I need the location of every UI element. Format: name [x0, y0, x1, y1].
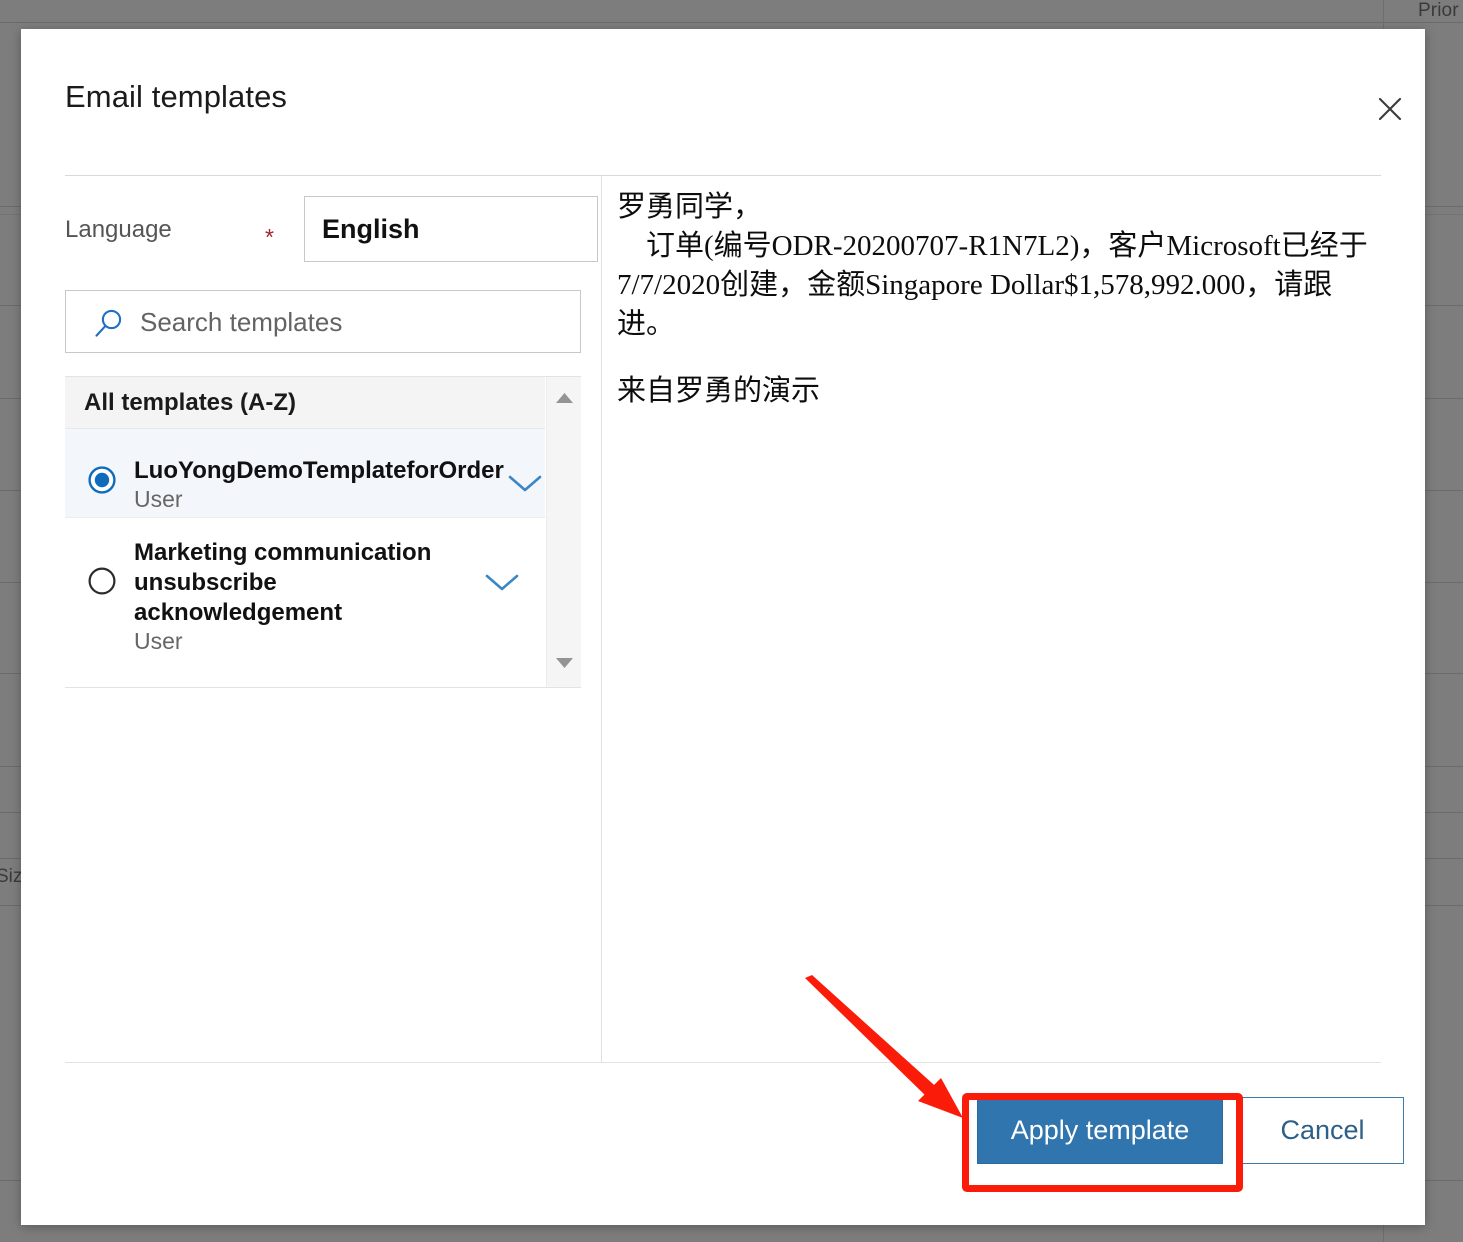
- chevron-down-icon[interactable]: [505, 471, 545, 497]
- close-icon[interactable]: [1368, 87, 1412, 131]
- list-group-header-label: All templates (A-Z): [84, 389, 297, 416]
- footer-divider: [65, 1062, 1381, 1063]
- search-templates-box[interactable]: [65, 290, 581, 354]
- dialog-header: Email templates: [21, 29, 1425, 141]
- required-asterisk: *: [265, 224, 274, 250]
- language-select[interactable]: English: [304, 196, 598, 262]
- list-item-subtitle: User: [134, 628, 183, 654]
- list-item[interactable]: LuoYongDemoTemplateforOrder User: [65, 429, 545, 518]
- search-input[interactable]: [138, 291, 572, 354]
- language-value: English: [322, 214, 420, 244]
- page-title: Email templates: [65, 79, 288, 114]
- preview-body-text: 罗勇同学， 订单(编号ODR-20200707-R1N7L2)，客户Micros…: [617, 191, 1368, 340]
- panel-divider: [601, 176, 602, 1062]
- list-scrollbar[interactable]: [546, 377, 581, 687]
- template-selection-panel: Language * English All templates (A-Z): [65, 176, 622, 1062]
- background-column-header-priority: Prior: [1418, 0, 1459, 21]
- template-list: All templates (A-Z) LuoYongDemoTemplatef…: [65, 376, 581, 688]
- radio-button-selected[interactable]: [87, 465, 117, 495]
- list-group-header: All templates (A-Z): [65, 377, 545, 429]
- email-templates-dialog: Email templates Language * English Searc…: [21, 29, 1425, 1225]
- search-icon: [92, 307, 126, 341]
- list-item-subtitle: User: [134, 486, 183, 512]
- language-label: Language: [65, 216, 172, 243]
- list-item[interactable]: Marketing communication unsubscribe ackn…: [65, 518, 545, 678]
- list-item-title: Marketing communication unsubscribe ackn…: [134, 539, 432, 626]
- background-column-header-size: Siz: [0, 866, 23, 887]
- caret-down-icon[interactable]: [555, 657, 574, 670]
- radio-button-unselected[interactable]: [87, 566, 117, 596]
- chevron-down-icon[interactable]: [482, 570, 522, 596]
- apply-template-button[interactable]: Apply template: [977, 1097, 1223, 1164]
- caret-up-icon[interactable]: [555, 391, 574, 404]
- preview-signature-text: 来自罗勇的演示: [617, 375, 821, 407]
- list-item-title: LuoYongDemoTemplateforOrder: [134, 457, 504, 484]
- background-grid-line: [0, 22, 1463, 23]
- template-preview-panel: 罗勇同学， 订单(编号ODR-20200707-R1N7L2)，客户Micros…: [617, 176, 1381, 1056]
- cancel-button[interactable]: Cancel: [1241, 1097, 1404, 1164]
